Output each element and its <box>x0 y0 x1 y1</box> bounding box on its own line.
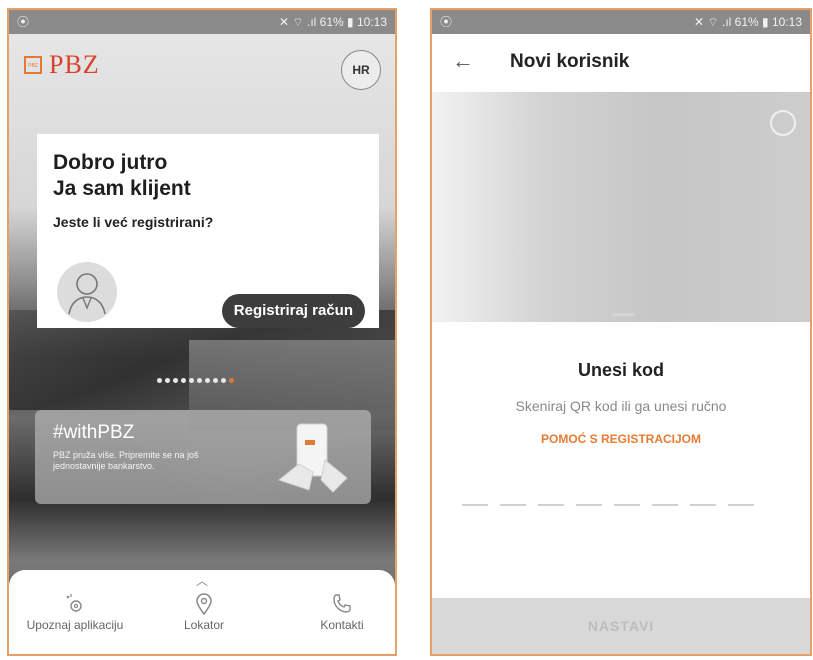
pbz-logo: PBZ <box>49 50 100 79</box>
pager-dot[interactable] <box>229 378 234 383</box>
code-input-group[interactable] <box>462 504 754 506</box>
nav-label: Upoznaj aplikaciju <box>26 618 124 632</box>
location-pin-icon <box>159 592 249 618</box>
code-digit-field[interactable] <box>652 504 678 506</box>
pager-dot[interactable] <box>157 378 162 383</box>
promo-title: #withPBZ <box>53 422 135 443</box>
nav-item-kontakti[interactable]: Kontakti <box>289 592 395 632</box>
welcome-screen: ⦿ ✕ ⌔ .ıl 61% ▮ 10:13 PBZ PBZ HR Dobro j… <box>7 8 397 656</box>
pager-dot[interactable] <box>181 378 186 383</box>
nav-label: Lokator <box>183 618 225 632</box>
code-digit-field[interactable] <box>690 504 716 506</box>
enter-code-title: Unesi kod <box>577 360 665 380</box>
status-bar: ⦿ ✕ ⌔ .ıl 61% ▮ 10:13 <box>9 10 395 34</box>
carousel-pager[interactable] <box>157 378 234 386</box>
bottom-navigation: ︿ Upoznaj aplikaciju Lokator Kontakti <box>9 570 395 654</box>
code-digit-field[interactable] <box>462 504 488 506</box>
phone-icon <box>289 592 395 618</box>
code-digit-field[interactable] <box>614 504 640 506</box>
qr-camera-preview[interactable] <box>432 92 810 322</box>
nav-label: Kontakti <box>320 618 364 632</box>
status-indicators: ✕ ⌔ .ıl 61% ▮ 10:13 <box>279 15 387 29</box>
user-avatar-icon <box>57 262 117 322</box>
code-digit-field[interactable] <box>576 504 602 506</box>
back-arrow-icon[interactable]: ← <box>452 48 474 74</box>
promo-text: PBZ pruža više. Pripremite se na još jed… <box>53 450 199 471</box>
status-notification-icon: ⦿ <box>17 15 30 29</box>
gear-sparkle-icon <box>9 592 141 618</box>
phone-in-hand-icon <box>277 423 348 493</box>
status-indicators: ✕ ⌔ .ıl 61% ▮ 10:13 <box>694 15 802 29</box>
app-bar: ← Novi korisnik <box>432 34 810 92</box>
top-bar: PBZ PBZ HR <box>9 34 395 96</box>
promo-banner[interactable]: #withPBZ PBZ pruža više. Pripremite se n… <box>35 410 371 504</box>
pager-dot[interactable] <box>205 378 210 383</box>
pager-dot[interactable] <box>189 378 194 383</box>
greeting-line-1: Dobro jutro <box>53 151 168 174</box>
register-account-button[interactable]: Registriraj račun <box>221 294 365 328</box>
code-digit-field[interactable] <box>728 504 754 506</box>
code-digit-field[interactable] <box>538 504 564 506</box>
code-digit-field[interactable] <box>500 504 526 506</box>
flash-toggle-icon[interactable] <box>770 110 796 136</box>
pager-dot[interactable] <box>197 378 202 383</box>
chevron-up-icon[interactable]: ︿ <box>196 572 208 589</box>
greeting-line-2: Ja sam klijent <box>53 177 191 200</box>
language-button[interactable]: HR <box>341 50 381 90</box>
pager-dot[interactable] <box>165 378 170 383</box>
continue-button[interactable]: NASTAVI <box>432 598 810 654</box>
welcome-card[interactable]: Dobro jutro Ja sam klijent Jeste li već … <box>37 134 379 328</box>
status-bar: ⦿ ✕ ⌔ .ıl 61% ▮ 10:13 <box>432 10 810 34</box>
nav-item-upoznaj-aplikaciju[interactable]: Upoznaj aplikaciju <box>9 592 141 632</box>
pager-dot[interactable] <box>173 378 178 383</box>
pager-dot[interactable] <box>221 378 226 383</box>
registered-question: Jeste li već registrirani? <box>53 214 214 230</box>
logo-mark-text: PBZ <box>28 63 38 69</box>
nav-item-lokator[interactable]: Lokator <box>159 592 249 632</box>
status-notification-icon: ⦿ <box>440 15 453 29</box>
sheet-handle[interactable] <box>612 313 634 316</box>
pager-dot[interactable] <box>213 378 218 383</box>
person-outline-icon <box>68 273 106 315</box>
enter-code-subtitle: Skeniraj QR kod ili ga unesi ručno <box>515 398 727 414</box>
new-user-screen: ⦿ ✕ ⌔ .ıl 61% ▮ 10:13 ← Novi korisnik Un… <box>430 8 812 656</box>
registration-help-link[interactable]: POMOĆ S REGISTRACIJOM <box>432 432 810 446</box>
page-title: Novi korisnik <box>510 51 630 72</box>
pbz-logo-mark-icon: PBZ <box>24 56 42 74</box>
